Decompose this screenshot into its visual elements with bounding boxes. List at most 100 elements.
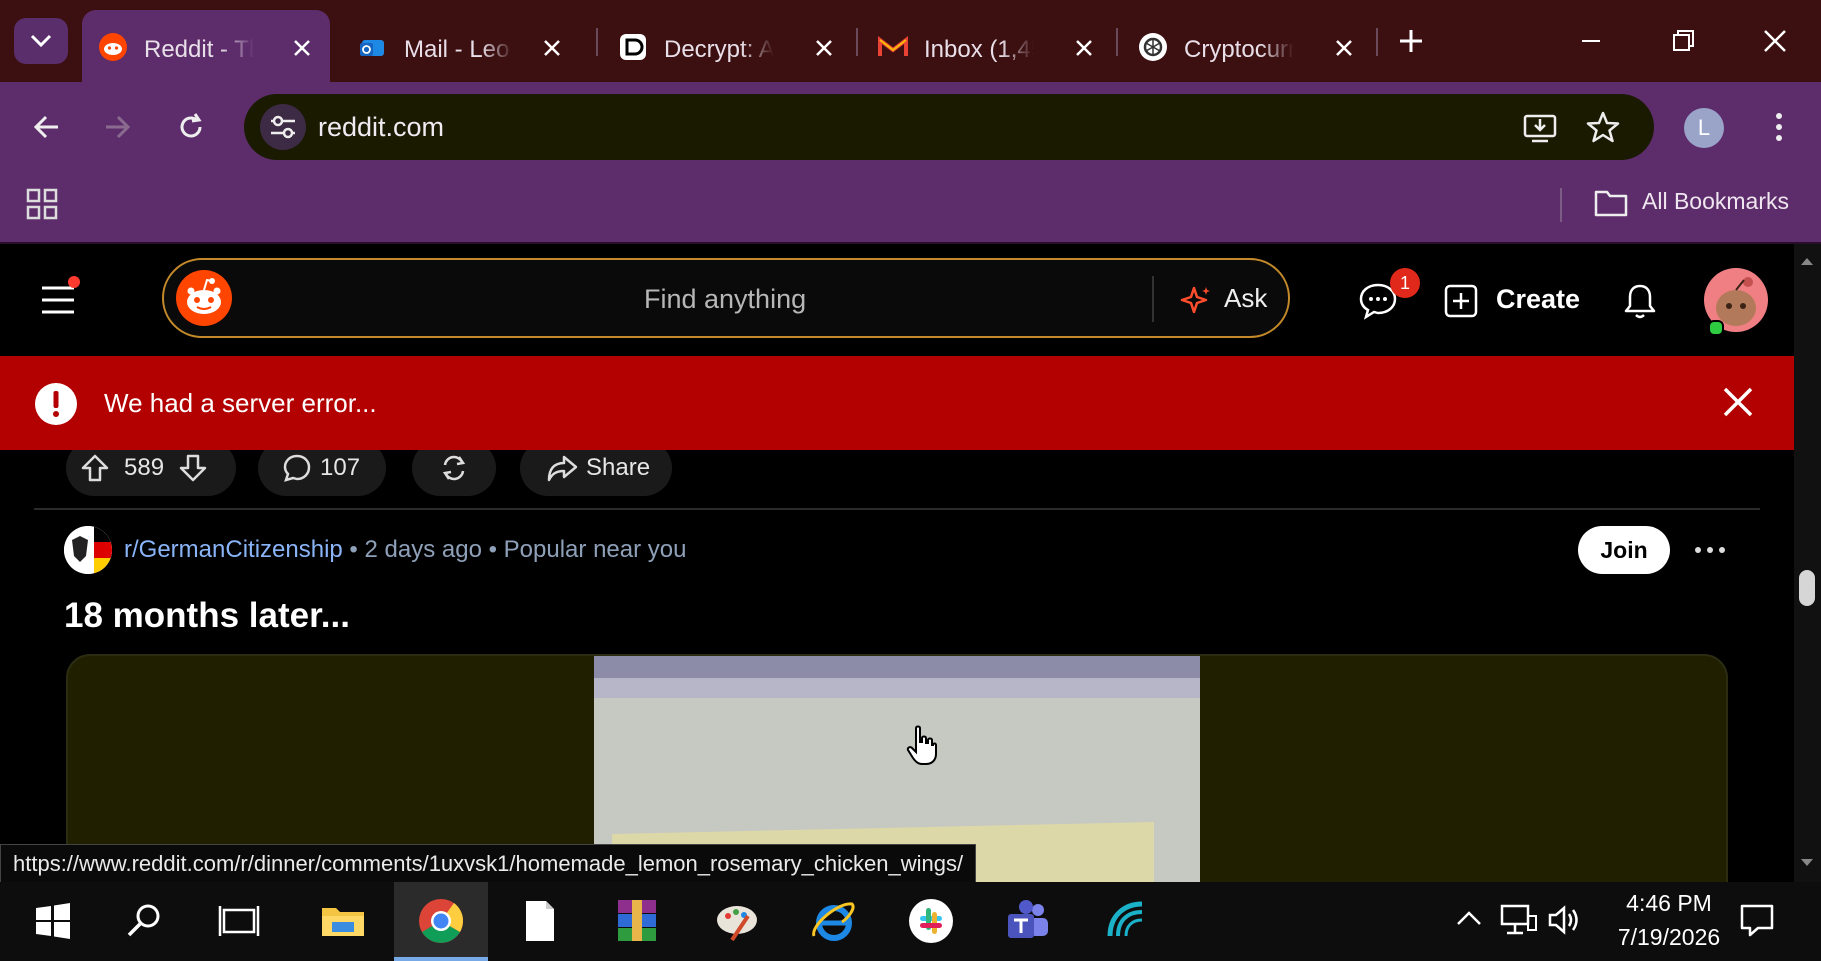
folder-icon[interactable] — [1594, 188, 1628, 218]
clock-date[interactable]: 7/19/2026 — [1596, 924, 1742, 951]
internet-explorer-icon[interactable] — [808, 896, 858, 946]
search-icon[interactable] — [120, 896, 170, 946]
volume-icon[interactable] — [1546, 902, 1582, 938]
scroll-down-arrow-icon[interactable] — [1800, 858, 1814, 868]
plus-square-icon[interactable] — [1444, 284, 1478, 318]
chevron-down-icon — [30, 34, 52, 48]
file-explorer-icon[interactable] — [318, 896, 368, 946]
network-icon[interactable] — [1498, 902, 1538, 938]
tab-separator — [596, 28, 598, 56]
hamburger-menu-icon[interactable] — [40, 284, 76, 316]
search-divider — [1152, 276, 1154, 322]
address-bar[interactable]: reddit.com — [244, 94, 1654, 160]
paint-icon[interactable] — [712, 896, 762, 946]
create-button[interactable]: Create — [1496, 284, 1580, 315]
tab-title: Reddit - The heart of the internet — [144, 36, 254, 63]
tab-separator — [856, 28, 858, 56]
alert-icon — [35, 383, 77, 425]
meta-separator: • — [349, 536, 365, 563]
bell-icon[interactable] — [1622, 282, 1658, 320]
tab-decrypt[interactable]: Decrypt: AI — [602, 10, 852, 82]
more-vertical-icon[interactable] — [1764, 110, 1794, 144]
share-icon — [547, 455, 578, 482]
more-horizontal-icon[interactable] — [1692, 536, 1728, 564]
profile-avatar[interactable]: L — [1684, 108, 1724, 148]
slack-icon[interactable] — [906, 896, 956, 946]
clock-time[interactable]: 4:46 PM — [1604, 890, 1734, 917]
notepad-icon[interactable] — [514, 896, 564, 946]
app-icon[interactable] — [1100, 896, 1150, 946]
profile-initial: L — [1697, 115, 1711, 140]
error-toast: We had a server error... — [0, 356, 1794, 450]
subreddit-link[interactable]: r/GermanCitizenship — [124, 536, 343, 563]
search-placeholder[interactable]: Find anything — [644, 284, 806, 315]
reload-icon[interactable] — [174, 110, 208, 144]
close-icon[interactable] — [542, 38, 562, 58]
tune-icon — [271, 115, 295, 139]
tab-title: Inbox (1,45 — [924, 36, 1034, 63]
comment-count: 107 — [320, 454, 361, 481]
join-button[interactable]: Join — [1578, 526, 1670, 574]
close-icon[interactable] — [1720, 384, 1756, 420]
winrar-icon[interactable] — [612, 896, 662, 946]
site-info-button[interactable] — [260, 104, 306, 150]
close-icon[interactable] — [814, 38, 834, 58]
subreddit-avatar[interactable] — [64, 526, 112, 574]
close-icon[interactable] — [1074, 38, 1094, 58]
link-status-bar: https://www.reddit.com/r/dinner/comments… — [0, 844, 977, 884]
scrollbar-thumb[interactable] — [1799, 570, 1815, 606]
close-window-icon[interactable] — [1758, 24, 1792, 58]
back-icon[interactable] — [30, 110, 64, 144]
decrypt-icon — [620, 34, 646, 60]
notification-dot — [68, 276, 80, 288]
close-icon[interactable] — [292, 38, 312, 58]
page-scrollbar[interactable] — [1794, 244, 1821, 882]
chat-badge: 1 — [1390, 268, 1420, 298]
restore-icon[interactable] — [1666, 24, 1700, 58]
online-status-dot — [1708, 320, 1724, 336]
notifications-icon[interactable] — [1738, 902, 1776, 938]
tab-search-button[interactable] — [14, 18, 68, 64]
upvote-icon[interactable] — [80, 453, 110, 483]
new-tab-icon[interactable] — [1396, 26, 1426, 56]
chevron-up-icon[interactable] — [1452, 902, 1486, 936]
tab-cryptocurrency[interactable]: Cryptocurr — [1122, 10, 1372, 82]
downvote-icon[interactable] — [178, 453, 208, 483]
tab-reddit[interactable]: Reddit - The heart of the internet — [82, 10, 330, 82]
scroll-up-arrow-icon[interactable] — [1800, 256, 1814, 266]
all-bookmarks-link[interactable]: All Bookmarks — [1642, 188, 1789, 215]
tab-mail[interactable]: Mail - Leo — [342, 10, 580, 82]
crosspost-icon — [442, 455, 466, 481]
minimize-icon[interactable] — [1574, 24, 1608, 58]
ask-button[interactable]: Ask — [1224, 283, 1267, 314]
tab-title: Mail - Leo — [404, 36, 510, 63]
install-app-icon[interactable] — [1522, 110, 1558, 146]
reddit-page: Find anything Ask 1 Create 589 107 Share… — [0, 244, 1794, 882]
browser-tab-strip: Reddit - The heart of the internet Mail … — [0, 0, 1821, 82]
close-icon[interactable] — [1334, 38, 1354, 58]
post-title[interactable]: 18 months later... — [64, 596, 350, 636]
apps-grid-icon[interactable] — [26, 188, 58, 220]
bookmark-star-icon[interactable] — [1586, 110, 1620, 144]
post-meta: r/GermanCitizenship • 2 days ago • Popul… — [124, 536, 686, 564]
task-view-icon[interactable] — [214, 896, 264, 946]
forward-icon[interactable] — [100, 110, 134, 144]
openai-icon — [1139, 33, 1167, 61]
vote-count: 589 — [124, 454, 165, 481]
tab-separator — [1376, 28, 1378, 56]
post-divider — [34, 508, 1760, 510]
hand-cursor-icon — [906, 725, 937, 765]
chrome-icon[interactable] — [416, 896, 466, 946]
error-message: We had a server error... — [104, 388, 377, 418]
german-flag-eagle-icon — [64, 526, 112, 574]
share-label: Share — [586, 454, 651, 481]
url-text[interactable]: reddit.com — [318, 112, 444, 143]
reddit-icon — [99, 33, 127, 61]
sparkle-icon — [1180, 286, 1210, 314]
teams-icon[interactable] — [1002, 896, 1052, 946]
gmail-icon — [878, 35, 908, 56]
windows-start-icon[interactable] — [28, 896, 78, 946]
tab-gmail[interactable]: Inbox (1,45 — [862, 10, 1112, 82]
reddit-logo-icon[interactable] — [176, 270, 232, 326]
search-bar[interactable]: Find anything Ask — [162, 258, 1290, 338]
